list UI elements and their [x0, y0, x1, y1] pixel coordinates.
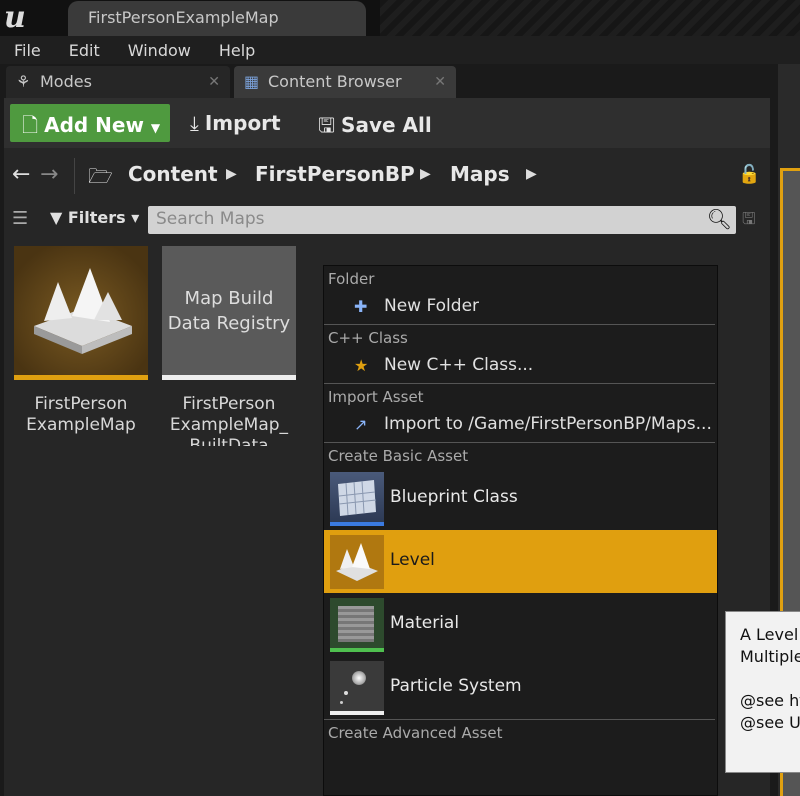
import-icon: ↗: [354, 415, 368, 434]
registry-thumbnail: Map Build Data Registry: [162, 246, 296, 380]
blueprint-class-icon: [330, 472, 384, 526]
tab-content-browser-label: Content Browser: [268, 72, 402, 91]
title-bar: u FirstPersonExampleMap: [0, 0, 800, 36]
section-header-import: Import Asset: [328, 388, 424, 406]
menu-item-level[interactable]: Level: [324, 530, 717, 593]
folder-icon: 🗁: [88, 164, 113, 188]
section-header-advanced: Create Advanced Asset: [328, 724, 503, 742]
breadcrumb-maps[interactable]: Maps: [450, 162, 510, 186]
asset-tile[interactable]: Map Build Data Registry FirstPerson Exam…: [162, 246, 296, 446]
tab-content-browser[interactable]: ▦ Content Browser ✕: [234, 66, 456, 100]
document-tab[interactable]: FirstPersonExampleMap: [68, 1, 366, 36]
level-icon: [34, 268, 132, 354]
search-icon[interactable]: 🔍︎: [707, 207, 732, 231]
unreal-logo-icon[interactable]: u: [4, 3, 38, 33]
content-browser-toolbar: 🗋 Add New ▼ ⤓ Import 🖫 Save All: [4, 98, 770, 148]
title-bar-drag-area[interactable]: [380, 0, 800, 36]
breadcrumb-arrow-icon[interactable]: ▶: [526, 166, 537, 182]
import-button[interactable]: ⤓ Import: [184, 104, 294, 142]
level-thumbnail: [14, 246, 148, 380]
chevron-down-icon: ▼: [150, 121, 161, 135]
section-header-folder: Folder: [328, 270, 375, 288]
level-icon: [330, 535, 384, 589]
menu-item-new-cpp-class[interactable]: ★ New C++ Class...: [324, 349, 717, 383]
menu-item-blueprint-class[interactable]: Blueprint Class: [324, 467, 717, 530]
material-icon: [330, 598, 384, 652]
import-icon: ⤓: [190, 111, 199, 135]
filter-bar: ☰ ▼ Filters ▾ Search Maps 🔍︎ 🖫: [4, 204, 770, 236]
section-header-basic: Create Basic Asset: [328, 447, 469, 465]
path-bar: ← → 🗁 Content ▶ FirstPersonBP ▶ Maps ▶ 🔓: [4, 156, 770, 196]
menu-help[interactable]: Help: [209, 41, 265, 60]
save-icon: 🖫: [318, 113, 336, 137]
breadcrumb-arrow-icon[interactable]: ▶: [226, 166, 237, 182]
asset-label: FirstPerson ExampleMap_ BuiltData: [169, 394, 289, 446]
menu-window[interactable]: Window: [118, 41, 201, 60]
nav-divider: [74, 158, 75, 194]
menu-file[interactable]: File: [4, 41, 51, 60]
search-input[interactable]: Search Maps 🔍︎: [148, 206, 736, 234]
level-tooltip: A Level Multiple @see ht @see U: [725, 611, 800, 773]
tab-modes-label: Modes: [40, 72, 92, 91]
content-browser-icon: ▦: [244, 72, 260, 91]
search-placeholder: Search Maps: [156, 209, 265, 229]
menu-item-particle-system[interactable]: Particle System: [324, 656, 717, 719]
filters-label: Filters: [67, 208, 126, 227]
tab-modes[interactable]: ⚘ Modes ✕: [6, 66, 230, 100]
forward-arrow-icon[interactable]: →: [40, 162, 58, 187]
modes-icon: ⚘: [16, 72, 31, 91]
menu-item-new-folder[interactable]: ✚ New Folder: [324, 290, 717, 324]
menu-item-material[interactable]: Material: [324, 593, 717, 656]
section-header-cpp: C++ Class: [328, 329, 408, 347]
asset-tile[interactable]: FirstPerson ExampleMap: [14, 246, 148, 446]
menu-bar: File Edit Window Help: [0, 36, 800, 64]
menu-item-import-to[interactable]: ↗ Import to /Game/FirstPersonBP/Maps...: [324, 408, 717, 442]
cpp-class-icon: ★: [354, 356, 369, 375]
view-options-icon[interactable]: ☰: [12, 208, 28, 229]
save-search-icon[interactable]: 🖫: [742, 208, 756, 235]
new-file-icon: 🗋: [22, 113, 39, 137]
breadcrumb-firstpersonbp[interactable]: FirstPersonBP: [255, 162, 415, 186]
back-arrow-icon[interactable]: ←: [12, 162, 30, 187]
close-icon[interactable]: ✕: [208, 74, 220, 90]
particle-system-icon: [330, 661, 384, 715]
filters-button[interactable]: ▼ Filters ▾: [50, 208, 139, 227]
new-folder-icon: ✚: [354, 297, 368, 316]
add-new-button[interactable]: 🗋 Add New ▼: [10, 104, 170, 142]
save-all-button[interactable]: 🖫 Save All: [312, 104, 442, 142]
breadcrumb-content[interactable]: Content: [128, 162, 218, 186]
asset-label: FirstPerson ExampleMap: [26, 394, 136, 435]
add-new-label: Add New: [44, 113, 144, 137]
document-tab-label: FirstPersonExampleMap: [88, 8, 279, 27]
add-new-context-menu: Folder ✚ New Folder C++ Class ★ New C++ …: [323, 265, 718, 796]
lock-icon[interactable]: 🔓: [738, 164, 760, 185]
menu-edit[interactable]: Edit: [59, 41, 110, 60]
save-all-label: Save All: [341, 113, 432, 137]
panel-tab-bar: ⚘ Modes ✕ ▦ Content Browser ✕: [0, 64, 800, 100]
import-label: Import: [204, 111, 281, 135]
breadcrumb-arrow-icon[interactable]: ▶: [420, 166, 431, 182]
close-icon[interactable]: ✕: [434, 74, 446, 90]
